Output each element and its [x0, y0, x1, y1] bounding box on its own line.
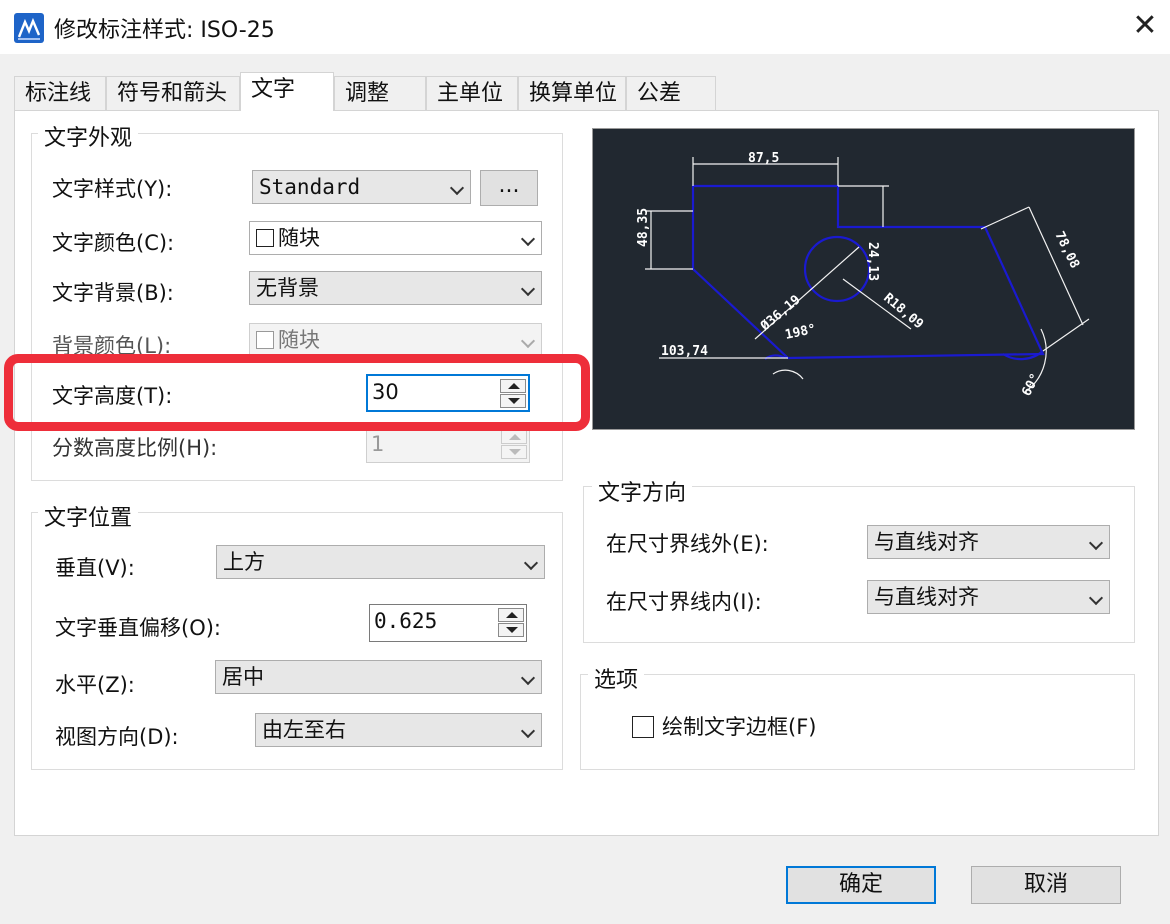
draw-frame-label: 绘制文字边框(F): [662, 715, 817, 739]
background-color-select[interactable]: 随块: [249, 323, 542, 357]
horizontal-select[interactable]: 居中: [215, 660, 542, 694]
tab-text[interactable]: 文字: [240, 72, 334, 111]
vertical-offset-value: 0.625: [374, 609, 438, 633]
text-style-value: Standard: [259, 175, 361, 199]
chevron-down-icon: [1088, 590, 1104, 606]
horizontal-label: 水平(Z):: [55, 673, 135, 697]
chevron-down-icon: [523, 555, 539, 571]
text-appearance-title: 文字外观: [38, 120, 139, 152]
dimension-preview: 87,5 48,35 24,13 78,08 Ø36,19 R18,09 198…: [592, 128, 1135, 430]
title-bar: 修改标注样式: ISO-25 ✕: [0, 0, 1170, 54]
outside-extension-value: 与直线对齐: [874, 530, 979, 554]
options-title: 选项: [588, 662, 645, 694]
checkbox-icon[interactable]: [632, 716, 654, 738]
spin-down-icon[interactable]: [498, 623, 524, 637]
tab-symbols-arrows[interactable]: 符号和箭头: [106, 76, 240, 110]
fraction-height-value: 1: [371, 432, 385, 456]
text-style-label: 文字样式(Y):: [52, 177, 173, 201]
inside-extension-value: 与直线对齐: [874, 585, 979, 609]
vertical-select[interactable]: 上方: [216, 545, 545, 579]
text-background-label: 文字背景(B):: [52, 281, 174, 305]
background-color-value: 随块: [278, 328, 320, 352]
text-direction-group: [583, 486, 1135, 643]
app-icon: [14, 13, 44, 43]
preview-dim-top: 87,5: [748, 151, 779, 166]
inside-extension-select[interactable]: 与直线对齐: [867, 580, 1110, 614]
text-style-select[interactable]: Standard: [252, 170, 471, 204]
outside-extension-select[interactable]: 与直线对齐: [867, 525, 1110, 559]
text-color-value: 随块: [278, 226, 320, 250]
text-direction-title: 文字方向: [592, 475, 693, 507]
close-icon[interactable]: ✕: [1130, 8, 1160, 44]
text-background-select[interactable]: 无背景: [249, 271, 542, 305]
vertical-offset-input[interactable]: 0.625: [369, 604, 527, 642]
vertical-offset-label: 文字垂直偏移(O):: [55, 616, 221, 640]
tab-dimension-lines[interactable]: 标注线: [14, 76, 106, 110]
preview-dim-bottom: 103,74: [661, 344, 708, 359]
window-title: 修改标注样式: ISO-25: [54, 18, 275, 43]
chevron-down-icon: [520, 231, 536, 247]
preview-dim-inner: 24,13: [865, 242, 880, 281]
text-position-title: 文字位置: [38, 500, 139, 532]
tab-primary-units[interactable]: 主单位: [426, 76, 518, 110]
spin-up-icon[interactable]: [498, 608, 524, 622]
preview-dim-left: 48,35: [636, 208, 651, 247]
chevron-down-icon: [520, 670, 536, 686]
spin-down-icon[interactable]: [501, 445, 527, 459]
chevron-down-icon: [449, 180, 465, 196]
spin-up-icon[interactable]: [501, 430, 527, 444]
tab-fit[interactable]: 调整: [334, 76, 426, 110]
view-direction-select[interactable]: 由左至右: [255, 713, 542, 747]
tab-tolerances[interactable]: 公差: [626, 76, 716, 110]
fraction-height-label: 分数高度比例(H):: [52, 436, 218, 460]
view-direction-value: 由左至右: [262, 718, 346, 742]
text-color-select[interactable]: 随块: [249, 221, 542, 255]
horizontal-value: 居中: [222, 665, 264, 689]
chevron-down-icon: [1088, 535, 1104, 551]
inside-extension-label: 在尺寸界线内(I):: [606, 590, 762, 614]
highlight-annotation: [4, 354, 590, 431]
chevron-down-icon: [520, 723, 536, 739]
text-color-label: 文字颜色(C):: [52, 231, 175, 255]
preview-dim-angle: 198°: [784, 322, 818, 343]
chevron-down-icon: [520, 333, 536, 349]
draw-frame-checkbox[interactable]: 绘制文字边框(F): [632, 711, 816, 741]
color-swatch-icon: [256, 229, 274, 247]
outside-extension-label: 在尺寸界线外(E):: [606, 532, 769, 556]
tab-alternate-units[interactable]: 换算单位: [518, 76, 626, 110]
text-background-value: 无背景: [256, 276, 319, 300]
fraction-height-input[interactable]: 1: [366, 427, 530, 463]
chevron-down-icon: [520, 281, 536, 297]
vertical-label: 垂直(V):: [55, 556, 135, 580]
tab-bar: 标注线 符号和箭头 文字 调整 主单位 换算单位 公差: [14, 72, 734, 111]
vertical-value: 上方: [223, 550, 265, 574]
ok-button[interactable]: 确定: [786, 866, 936, 904]
text-style-browse-button[interactable]: ...: [480, 170, 538, 206]
cancel-button[interactable]: 取消: [971, 866, 1121, 904]
view-direction-label: 视图方向(D):: [55, 725, 179, 749]
color-swatch-icon: [256, 331, 274, 349]
